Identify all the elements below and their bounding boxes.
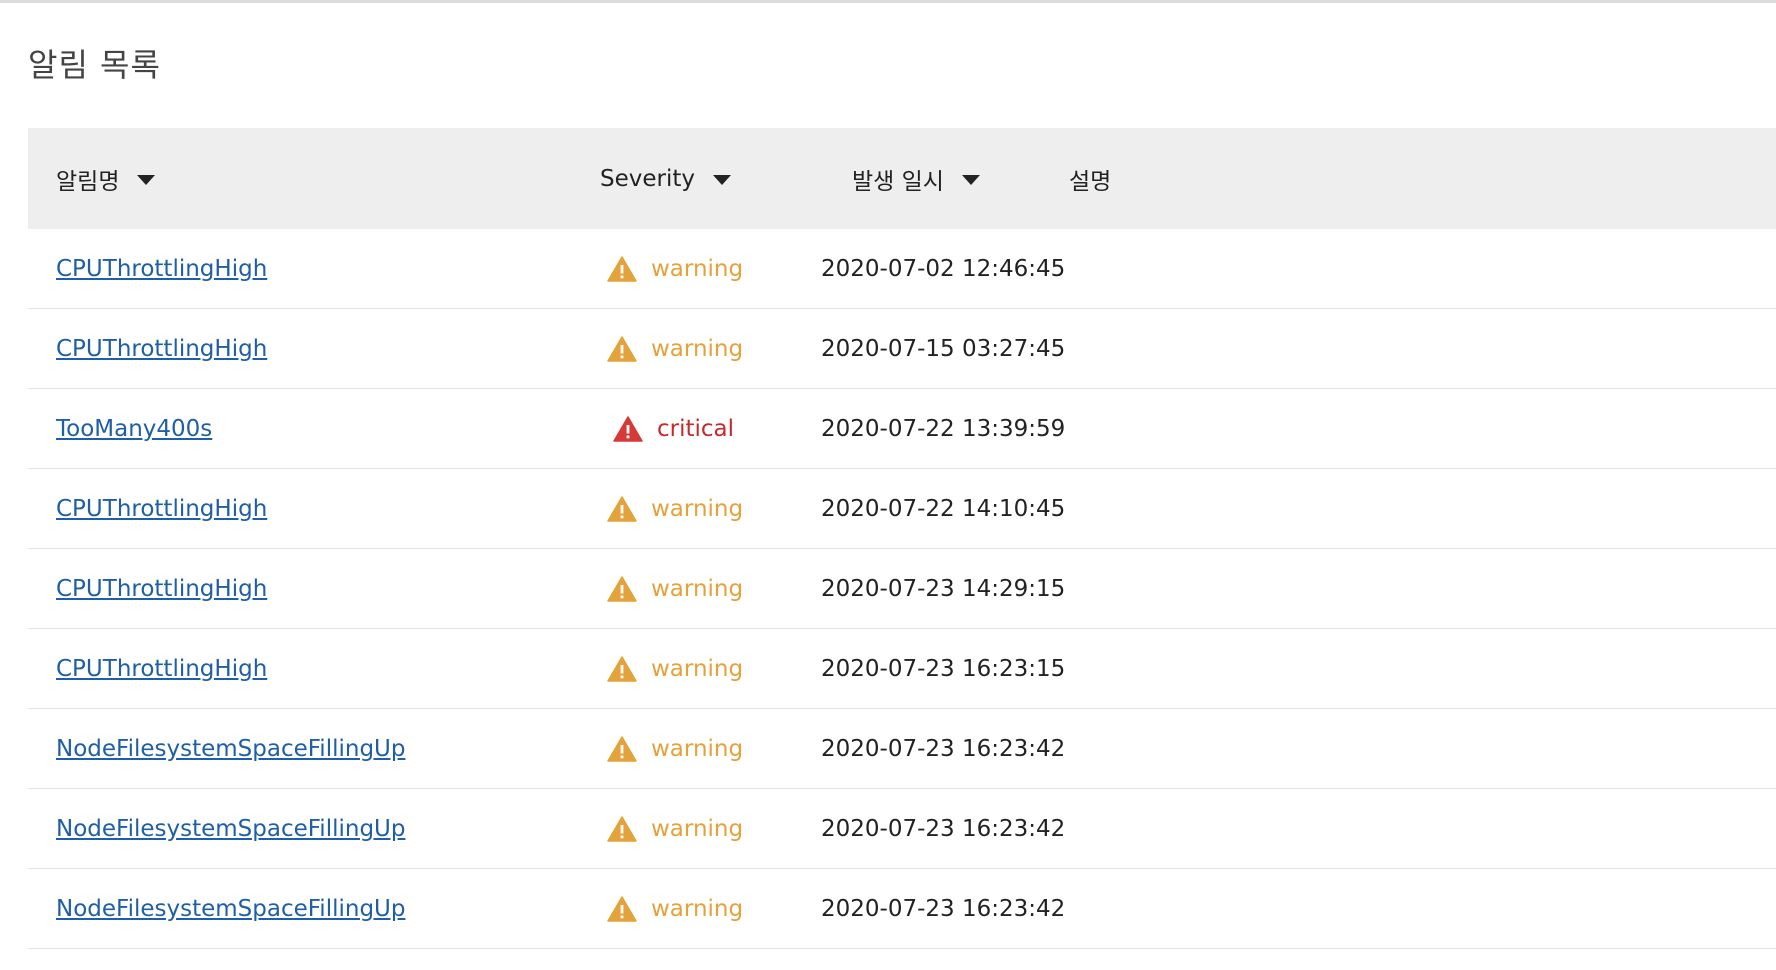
sort-caret-down-icon (713, 175, 731, 185)
alert-name-cell: CPUThrottlingHigh (56, 629, 267, 708)
alert-name-link[interactable]: NodeFilesystemSpaceFillingUp (56, 816, 405, 842)
alert-table: 알림명 Severity 발생 일시 설명 CPUThrottlingHigh w… (28, 128, 1776, 949)
severity-label: warning (651, 335, 744, 362)
table-row: NodeFilesystemSpaceFillingUp warning 2020-… (28, 709, 1776, 789)
severity-label: warning (651, 735, 744, 762)
alert-name-cell: NodeFilesystemSpaceFillingUp (56, 789, 405, 868)
column-header-occurred-at[interactable]: 발생 일시 (852, 128, 980, 229)
alert-name-link[interactable]: CPUThrottlingHigh (56, 576, 267, 602)
warning-triangle-icon (607, 575, 637, 602)
table-row: CPUThrottlingHigh warning 2020-07-23 14:29… (28, 549, 1776, 629)
warning-triangle-icon (607, 895, 637, 922)
warning-triangle-icon (607, 255, 637, 282)
column-header-severity[interactable]: Severity (600, 128, 731, 229)
severity-cell: warning (607, 869, 743, 948)
severity-cell: warning (607, 629, 743, 708)
column-header-alert-name[interactable]: 알림명 (56, 128, 156, 229)
severity-cell: warning (607, 469, 743, 548)
column-header-label: 설명 (1069, 168, 1112, 195)
alert-name-cell: CPUThrottlingHigh (56, 309, 267, 388)
top-divider (0, 0, 1776, 3)
occurred-at-cell: 2020-07-23 16:23:42 (821, 815, 1066, 842)
alert-name-cell: NodeFilesystemSpaceFillingUp (56, 869, 405, 948)
alert-name-cell: CPUThrottlingHigh (56, 549, 267, 628)
severity-cell: critical (613, 389, 734, 468)
alert-name-link[interactable]: CPUThrottlingHigh (56, 256, 267, 282)
severity-cell: warning (607, 789, 743, 868)
table-row: TooMany400s critical 2020-07-22 13:39:59 (28, 389, 1776, 469)
warning-triangle-icon (607, 815, 637, 842)
column-header-description: 설명 (1069, 128, 1111, 229)
table-row: NodeFilesystemSpaceFillingUp warning 2020-… (28, 869, 1776, 949)
warning-triangle-icon (607, 495, 637, 522)
alert-name-cell: NodeFilesystemSpaceFillingUp (56, 709, 405, 788)
occurred-at-cell: 2020-07-23 16:23:42 (821, 895, 1066, 922)
column-header-label: 발생 일시 (852, 168, 944, 195)
occurred-at-cell: 2020-07-22 13:39:59 (821, 415, 1066, 442)
table-row: CPUThrottlingHigh warning 2020-07-02 12:46… (28, 229, 1776, 309)
column-header-label: Severity (600, 165, 695, 192)
warning-triangle-icon (607, 335, 637, 362)
alert-name-link[interactable]: TooMany400s (56, 416, 212, 442)
alert-name-link[interactable]: NodeFilesystemSpaceFillingUp (56, 896, 405, 922)
sort-caret-down-icon (137, 175, 156, 185)
occurred-at-cell: 2020-07-23 16:23:15 (821, 655, 1066, 682)
table-header: 알림명 Severity 발생 일시 설명 (28, 128, 1776, 229)
severity-cell: warning (607, 229, 743, 308)
sort-caret-down-icon (961, 175, 980, 185)
alert-name-cell: CPUThrottlingHigh (56, 229, 267, 308)
occurred-at-cell: 2020-07-23 14:29:15 (821, 575, 1066, 602)
severity-label: warning (651, 495, 744, 522)
severity-cell: warning (607, 709, 743, 788)
severity-cell: warning (607, 549, 743, 628)
alert-name-link[interactable]: NodeFilesystemSpaceFillingUp (56, 736, 405, 762)
warning-triangle-icon (607, 735, 637, 762)
table-body: CPUThrottlingHigh warning 2020-07-02 12:46… (28, 229, 1776, 949)
severity-label: warning (651, 815, 744, 842)
table-row: CPUThrottlingHigh warning 2020-07-15 03:27… (28, 309, 1776, 389)
page-title: 알림 목록 (28, 46, 161, 84)
occurred-at-cell: 2020-07-15 03:27:45 (821, 335, 1066, 362)
alert-name-cell: CPUThrottlingHigh (56, 469, 267, 548)
alert-name-link[interactable]: CPUThrottlingHigh (56, 496, 267, 522)
occurred-at-cell: 2020-07-22 14:10:45 (821, 495, 1066, 522)
critical-triangle-icon (613, 415, 643, 442)
column-header-label: 알림명 (56, 168, 120, 195)
severity-label: warning (651, 255, 744, 282)
alert-name-link[interactable]: CPUThrottlingHigh (56, 336, 267, 362)
warning-triangle-icon (607, 655, 637, 682)
severity-label: critical (657, 415, 735, 442)
occurred-at-cell: 2020-07-02 12:46:45 (821, 255, 1066, 282)
severity-label: warning (651, 655, 744, 682)
severity-cell: warning (607, 309, 743, 388)
alert-name-link[interactable]: CPUThrottlingHigh (56, 656, 267, 682)
table-row: NodeFilesystemSpaceFillingUp warning 2020-… (28, 789, 1776, 869)
alert-name-cell: TooMany400s (56, 389, 212, 468)
occurred-at-cell: 2020-07-23 16:23:42 (821, 735, 1066, 762)
table-row: CPUThrottlingHigh warning 2020-07-23 16:23… (28, 629, 1776, 709)
table-row: CPUThrottlingHigh warning 2020-07-22 14:10… (28, 469, 1776, 549)
severity-label: warning (651, 575, 744, 602)
severity-label: warning (651, 895, 744, 922)
